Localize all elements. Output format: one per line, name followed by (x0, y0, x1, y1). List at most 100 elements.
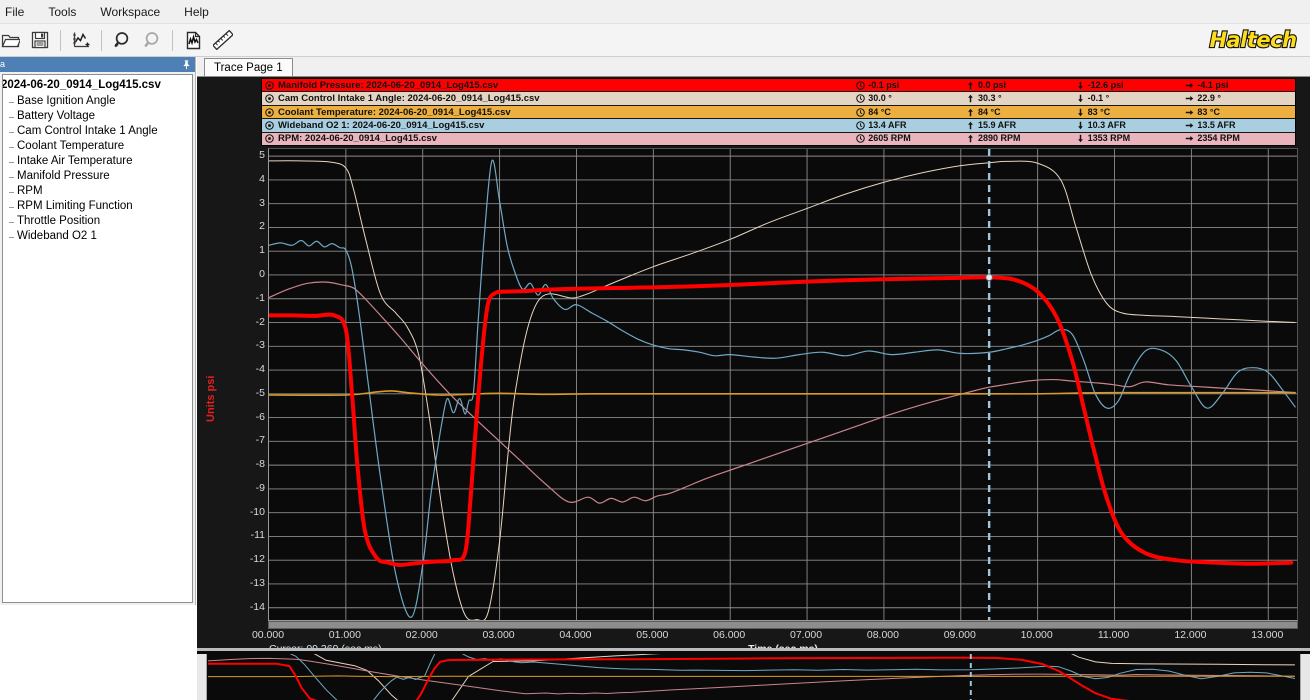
legend-row[interactable]: Coolant Temperature: 2024-06-20_0914_Log… (262, 106, 1295, 119)
y-axis-tick: 2 (227, 220, 265, 232)
clock-icon (856, 81, 865, 90)
overview-trace-cam-control-intake-1-angle (208, 654, 1295, 700)
tree-item-wideband-o2-1[interactable]: Wideband O2 1 (9, 228, 192, 243)
y-axis-title: Units psi (205, 376, 217, 422)
tree-item-cam-control-intake-1-angle[interactable]: Cam Control Intake 1 Angle (9, 123, 192, 138)
menu-bar: File Tools Workspace Help (0, 0, 1310, 24)
clock-icon (856, 121, 865, 130)
haltech-logo-text: Haltech (1209, 28, 1296, 52)
legend-channel-label[interactable]: Manifold Pressure: 2024-06-20_0914_Log41… (262, 80, 856, 91)
x-axis-tick: 13.000 (1251, 629, 1283, 641)
menu-item-tools[interactable]: Tools (37, 2, 87, 22)
tree-item-rpm-limiting-function[interactable]: RPM Limiting Function (9, 198, 192, 213)
legend-row[interactable]: Wideband O2 1: 2024-06-20_0914_Log415.cs… (262, 119, 1295, 132)
tree-item-manifold-pressure[interactable]: Manifold Pressure (9, 168, 192, 183)
tree-item-intake-air-temperature[interactable]: Intake Air Temperature (9, 153, 192, 168)
legend-value-min: -0.1 ° (1076, 94, 1186, 103)
add-trace-icon (72, 31, 91, 49)
y-axis-tick: -12 (227, 553, 265, 565)
overview-strip[interactable] (197, 648, 1310, 700)
legend-value-cursor: 2605 RPM (856, 134, 966, 143)
menu-item-help[interactable]: Help (173, 2, 220, 22)
y-axis-tick: 3 (227, 197, 265, 209)
measure-button[interactable] (209, 27, 237, 54)
legend-value-average: 13.5 AFR (1185, 121, 1295, 130)
tree-item-rpm[interactable]: RPM (9, 183, 192, 198)
y-axis-tick: -9 (227, 482, 265, 494)
zoom-out-button[interactable] (138, 27, 166, 54)
save-file-button[interactable] (26, 27, 54, 54)
add-trace-button[interactable] (67, 27, 95, 54)
tab-trace-page-1[interactable]: Trace Page 1 (204, 58, 293, 76)
tree-item-battery-voltage[interactable]: Battery Voltage (9, 108, 192, 123)
tree-item-base-ignition-angle[interactable]: Base Ignition Angle (9, 93, 192, 108)
toolbar-separator-3 (172, 30, 173, 51)
dock-title-bar: a (0, 57, 195, 72)
legend-row[interactable]: Manifold Pressure: 2024-06-20_0914_Log41… (262, 79, 1295, 92)
legend-value-average: 22.9 ° (1185, 94, 1295, 103)
legend-channel-label[interactable]: Coolant Temperature: 2024-06-20_0914_Log… (262, 107, 856, 118)
cursor-marker[interactable] (986, 274, 993, 281)
channel-legend: Manifold Pressure: 2024-06-20_0914_Log41… (261, 78, 1296, 146)
legend-value-min: 10.3 AFR (1076, 121, 1186, 130)
overview-plot-svg[interactable] (197, 654, 1310, 700)
arrow-avg-icon (1185, 134, 1194, 143)
legend-value-average: 2354 RPM (1185, 134, 1295, 143)
tree-item-coolant-temperature[interactable]: Coolant Temperature (9, 138, 192, 153)
overview-trace-wideband-o2-1 (208, 654, 1295, 700)
arrow-down-icon (1076, 134, 1085, 143)
pin-icon[interactable] (181, 59, 192, 70)
arrow-down-icon (1076, 94, 1085, 103)
arrow-avg-icon (1185, 121, 1194, 130)
legend-row[interactable]: RPM: 2024-06-20_0914_Log415.csv 2605 RPM… (262, 133, 1295, 145)
menu-item-file[interactable]: File (0, 2, 35, 22)
legend-channel-label[interactable]: Wideband O2 1: 2024-06-20_0914_Log415.cs… (262, 120, 856, 131)
legend-channel-label[interactable]: Cam Control Intake 1 Angle: 2024-06-20_0… (262, 93, 856, 104)
channel-visibility-icon[interactable] (265, 94, 274, 103)
x-axis-tick: 11.000 (1098, 629, 1129, 641)
channel-visibility-icon[interactable] (265, 134, 274, 143)
arrow-up-icon (966, 134, 975, 143)
legend-channel-text: Manifold Pressure: 2024-06-20_0914_Log41… (278, 80, 498, 91)
channel-visibility-icon[interactable] (265, 108, 274, 117)
legend-value-cursor: 13.4 AFR (856, 121, 966, 130)
tree-item-throttle-position[interactable]: Throttle Position (9, 213, 192, 228)
arrow-up-icon (966, 121, 975, 130)
legend-value-max: 84 °C (966, 108, 1076, 117)
legend-value-average: -4.1 psi (1185, 81, 1295, 90)
y-axis-tick: -14 (227, 601, 265, 613)
menu-item-workspace[interactable]: Workspace (89, 2, 171, 22)
legend-value-min: 83 °C (1076, 108, 1186, 117)
plot-horizontal-scrollbar[interactable] (268, 621, 1298, 629)
zoom-in-button[interactable] (108, 27, 136, 54)
clock-icon (856, 134, 865, 143)
legend-channel-label[interactable]: RPM: 2024-06-20_0914_Log415.csv (262, 133, 856, 144)
toolbar-separator-1 (60, 30, 61, 51)
x-axis-tick: 05.000 (636, 629, 668, 641)
y-axis-tick: 1 (227, 244, 265, 256)
channel-tree[interactable]: 2024-06-20_0914_Log415.csv Base Ignition… (2, 74, 193, 603)
legend-value-max: 2890 RPM (966, 134, 1076, 143)
dock-title-text: a (0, 60, 5, 69)
channel-visibility-icon[interactable] (265, 121, 274, 130)
legend-value-max: 0.0 psi (966, 81, 1076, 90)
save-file-icon (31, 31, 49, 49)
legend-value-min: 1353 RPM (1076, 134, 1186, 143)
legend-value-max: 15.9 AFR (966, 121, 1076, 130)
open-file-button[interactable] (0, 27, 24, 54)
legend-row[interactable]: Cam Control Intake 1 Angle: 2024-06-20_0… (262, 92, 1295, 105)
arrow-up-icon (966, 81, 975, 90)
arrow-down-icon (1076, 81, 1085, 90)
x-axis-tick: 02.000 (406, 629, 438, 641)
plot-area[interactable] (268, 148, 1298, 621)
channel-visibility-icon[interactable] (265, 81, 274, 90)
arrow-down-icon (1076, 121, 1085, 130)
arrow-avg-icon (1185, 94, 1194, 103)
tree-root-file[interactable]: 2024-06-20_0914_Log415.csv (2, 78, 192, 93)
y-axis-tick: -7 (227, 434, 265, 446)
trace-plot-svg[interactable] (269, 149, 1298, 621)
legend-channel-text: Coolant Temperature: 2024-06-20_0914_Log… (278, 107, 511, 118)
x-axis-tick: 06.000 (713, 629, 745, 641)
log-summary-button[interactable] (179, 27, 207, 54)
zoom-out-icon (143, 31, 162, 50)
